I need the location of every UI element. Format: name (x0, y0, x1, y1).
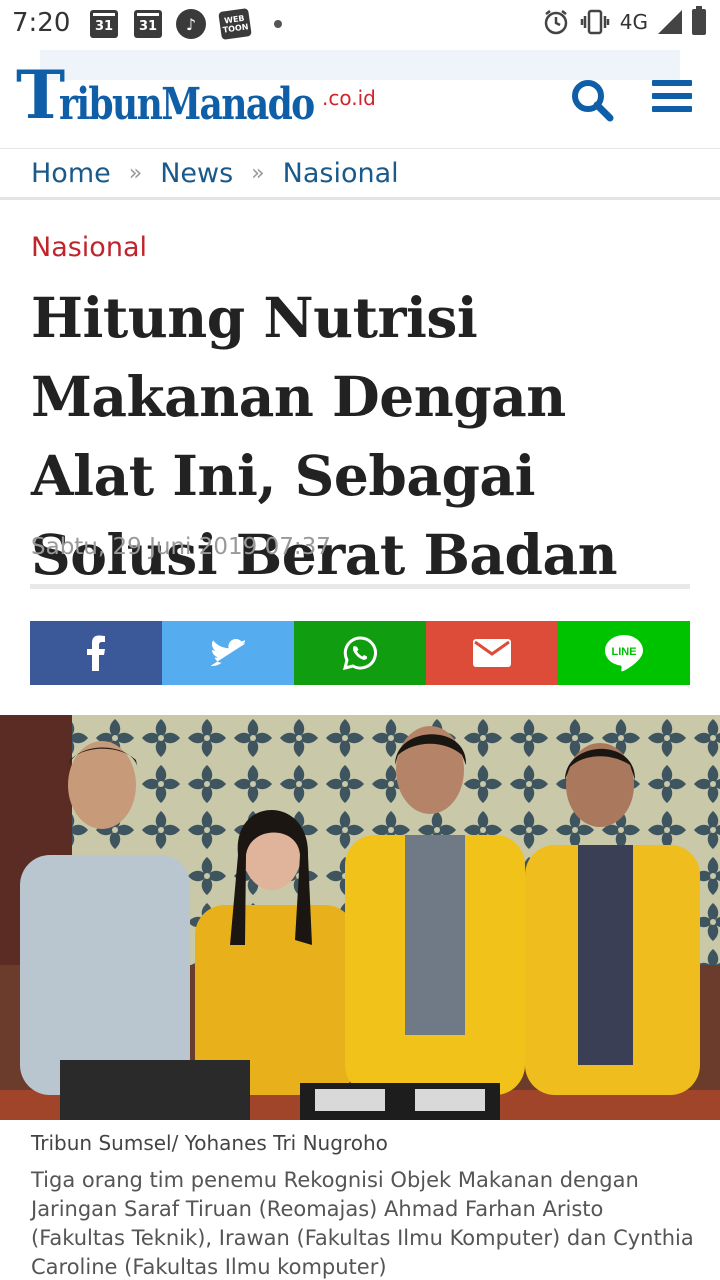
logo-letter: T (16, 56, 65, 134)
breadcrumb-separator: » (128, 160, 143, 186)
share-email-button[interactable] (426, 621, 558, 685)
whatsapp-icon (343, 636, 377, 670)
article-category[interactable]: Nasional (31, 232, 147, 263)
search-icon[interactable] (570, 78, 614, 122)
breadcrumb-separator: » (251, 160, 265, 186)
mail-icon (473, 639, 511, 667)
line-icon: LINE (605, 635, 643, 672)
share-twitter-button[interactable] (162, 621, 294, 685)
site-logo[interactable]: T ribunManado (16, 60, 370, 130)
vibrate-icon (580, 9, 610, 35)
svg-text:LINE: LINE (611, 646, 636, 658)
breadcrumb-home[interactable]: Home (31, 158, 111, 189)
article-date: Sabtu, 29 Juni 2019 07:37 (31, 534, 331, 560)
share-line-button[interactable]: LINE (558, 621, 690, 685)
site-header: T ribunManado .co.id (0, 48, 720, 148)
calendar-icon: 31 (90, 10, 118, 38)
photo-credit: Tribun Sumsel/ Yohanes Tri Nugroho (31, 1131, 388, 1155)
menu-icon[interactable] (652, 80, 692, 116)
logo-text: ribunManado (59, 79, 315, 130)
divider (30, 584, 690, 589)
twitter-icon (211, 639, 245, 666)
breadcrumb-nasional[interactable]: Nasional (283, 158, 399, 189)
webtoon-icon: WEB TOON (218, 8, 252, 40)
share-whatsapp-button[interactable] (294, 621, 426, 685)
status-right: 4G (542, 6, 706, 36)
group-photo (0, 715, 720, 1120)
status-time: 7:20 (12, 8, 71, 38)
share-bar: LINE (30, 621, 690, 685)
breadcrumb-news[interactable]: News (160, 158, 233, 189)
photo-caption: Tiga orang tim penemu Rekognisi Objek Ma… (31, 1168, 694, 1279)
music-app-icon: ♪ (176, 9, 206, 39)
notification-dot-icon (274, 10, 282, 38)
breadcrumb: Home » News » Nasional (0, 148, 720, 200)
facebook-icon (87, 635, 105, 671)
alarm-icon (544, 10, 568, 35)
network-type: 4G (619, 10, 648, 34)
share-facebook-button[interactable] (30, 621, 162, 685)
signal-icon (658, 10, 682, 34)
status-bar: 7:20 31 31 ♪ WEB TOON 4G (0, 0, 720, 48)
calendar-icon: 31 (134, 10, 162, 38)
battery-icon (692, 6, 706, 35)
logo-domain: .co.id (322, 86, 376, 110)
article-photo[interactable] (0, 715, 720, 1120)
